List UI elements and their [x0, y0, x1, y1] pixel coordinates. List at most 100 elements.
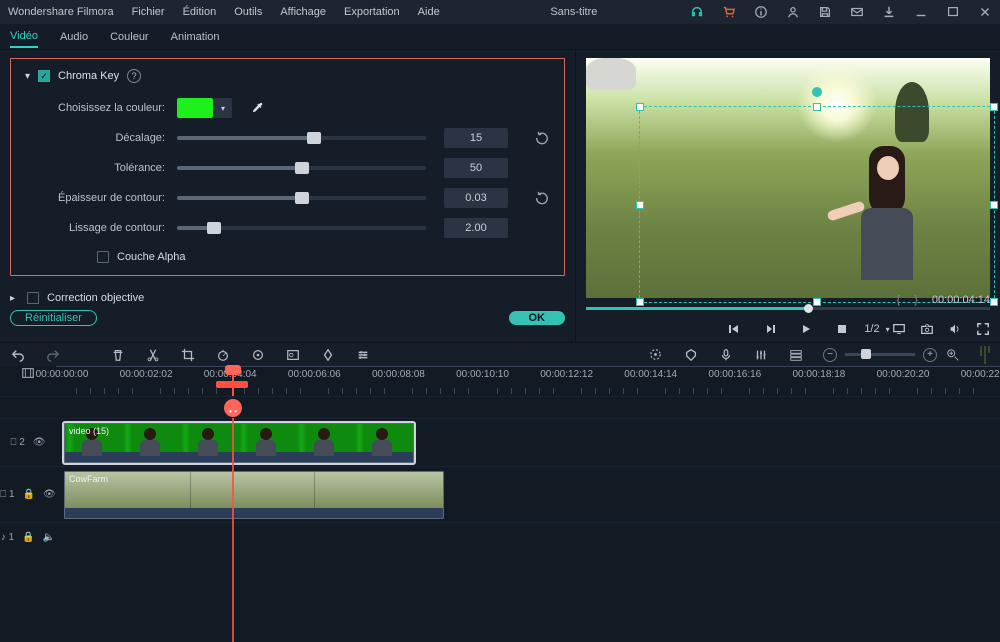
color-dropdown[interactable]: ▾ [214, 98, 232, 118]
display-icon[interactable] [892, 322, 906, 336]
edge-thickness-slider[interactable] [177, 196, 426, 200]
menu-aide[interactable]: Aide [418, 6, 440, 18]
tolerance-slider[interactable] [177, 166, 426, 170]
split-icon[interactable] [145, 347, 160, 362]
cart-icon[interactable] [722, 5, 736, 19]
reset-button[interactable]: Réinitialiser [10, 310, 97, 326]
user-icon[interactable] [786, 5, 800, 19]
tab-audio[interactable]: Audio [60, 27, 88, 47]
lock-icon[interactable]: 🔒 [23, 489, 35, 500]
alpha-checkbox[interactable] [97, 251, 109, 263]
volume-icon[interactable] [948, 322, 962, 336]
step-back-icon[interactable] [763, 322, 777, 336]
color-icon[interactable] [250, 347, 265, 362]
mixer-icon[interactable] [753, 347, 768, 362]
stop-icon[interactable] [835, 322, 849, 336]
menu-edition[interactable]: Édition [183, 6, 217, 18]
ok-button[interactable]: OK [509, 311, 566, 325]
mark-in-icon[interactable]: { [897, 294, 901, 306]
offset-value[interactable]: 15 [444, 128, 508, 148]
redo-icon[interactable] [45, 347, 60, 362]
zoom-out-icon[interactable]: − [823, 348, 837, 362]
maximize-icon[interactable] [946, 5, 960, 19]
save-icon[interactable] [818, 5, 832, 19]
tab-video[interactable]: Vidéo [10, 26, 38, 48]
preview-canvas[interactable] [586, 58, 990, 298]
undo-icon[interactable] [10, 347, 25, 362]
resize-handle[interactable] [636, 103, 644, 111]
render-icon[interactable] [648, 347, 663, 362]
audio-meter-icon[interactable] [980, 346, 990, 364]
timeline-ruler[interactable]: 00:00:00:0000:00:02:0200:00:04:0400:00:0… [0, 366, 1000, 396]
edge-thickness-reset-icon[interactable] [534, 190, 550, 206]
edge-smooth-value[interactable]: 2.00 [444, 218, 508, 238]
lens-correction-label: Correction objective [47, 292, 144, 304]
resize-handle[interactable] [990, 103, 998, 111]
track-label: ⎕ 2 [10, 437, 24, 448]
menu-affichage[interactable]: Affichage [280, 6, 326, 18]
zoom-ratio[interactable]: 1/2▾ [864, 323, 889, 335]
menu-outils[interactable]: Outils [234, 6, 262, 18]
delete-icon[interactable] [110, 347, 125, 362]
menu-fichier[interactable]: Fichier [132, 6, 165, 18]
clip-green-screen[interactable]: video (15) [64, 423, 414, 463]
playhead-line[interactable] [232, 418, 234, 642]
menu-exportation[interactable]: Exportation [344, 6, 400, 18]
green-screen-icon[interactable] [285, 347, 300, 362]
mute-icon[interactable]: 🔈 [43, 532, 55, 543]
clip-cowfarm[interactable]: CowFarm [64, 471, 444, 519]
download-icon[interactable] [882, 5, 896, 19]
keyframe-icon[interactable] [320, 347, 335, 362]
color-swatch[interactable] [177, 98, 213, 118]
chroma-disclosure-icon[interactable]: ▾ [25, 71, 30, 82]
visibility-icon[interactable]: 👁 [43, 489, 56, 500]
mark-out-icon[interactable]: } [914, 294, 918, 306]
timeline-zoom[interactable]: − + [823, 347, 960, 362]
voiceover-icon[interactable] [718, 347, 733, 362]
resize-handle[interactable] [990, 201, 998, 209]
resize-handle[interactable] [990, 298, 998, 306]
frame-back-icon[interactable] [727, 322, 741, 336]
crop-icon[interactable] [180, 347, 195, 362]
minimize-icon[interactable] [914, 5, 928, 19]
offset-reset-icon[interactable] [534, 130, 550, 146]
offset-slider[interactable] [177, 136, 426, 140]
visibility-icon[interactable]: 👁 [33, 437, 46, 448]
ruler-label: 00:00:02:02 [120, 369, 173, 380]
headset-icon[interactable] [690, 5, 704, 19]
marker-icon[interactable] [683, 347, 698, 362]
close-icon[interactable] [978, 5, 992, 19]
lens-disclosure-icon[interactable]: ▸ [10, 293, 15, 304]
tracks-area: ⎕ 2👁 video (15) ⎕ 1🔒👁 CowFarm ♪ 1🔒🔈 [0, 418, 1000, 642]
track-manager-icon[interactable] [788, 347, 803, 362]
playhead[interactable] [232, 367, 234, 396]
edge-smooth-slider[interactable] [177, 226, 426, 230]
ruler-label: 00:00:22:22 [961, 369, 1000, 380]
tolerance-value[interactable]: 50 [444, 158, 508, 178]
preview-timecode: 00:00:04:14 [932, 294, 990, 306]
chroma-help-icon[interactable]: ? [127, 69, 141, 83]
tab-couleur[interactable]: Couleur [110, 27, 149, 47]
info-icon[interactable] [754, 5, 768, 19]
adjust-icon[interactable] [355, 347, 370, 362]
mail-icon[interactable] [850, 5, 864, 19]
snapshot-icon[interactable] [920, 322, 934, 336]
zoom-in-icon[interactable]: + [923, 348, 937, 362]
edge-thickness-value[interactable]: 0.03 [444, 188, 508, 208]
speed-icon[interactable] [215, 347, 230, 362]
ruler-label: 00:00:08:08 [372, 369, 425, 380]
rotate-handle[interactable] [812, 87, 822, 97]
eyedropper-icon[interactable] [250, 101, 264, 115]
zoom-fit-icon[interactable] [945, 347, 960, 362]
lens-checkbox[interactable] [27, 292, 39, 304]
alpha-label: Couche Alpha [117, 251, 186, 263]
resize-handle[interactable] [636, 201, 644, 209]
fullscreen-icon[interactable] [976, 322, 990, 336]
play-icon[interactable] [799, 322, 813, 336]
clip-name: CowFarm [69, 474, 108, 484]
resize-handle[interactable] [813, 103, 821, 111]
chroma-enabled-checkbox[interactable]: ✓ [38, 70, 50, 82]
selection-box[interactable] [639, 106, 995, 303]
lock-icon[interactable]: 🔒 [22, 532, 34, 543]
tab-animation[interactable]: Animation [171, 27, 220, 47]
